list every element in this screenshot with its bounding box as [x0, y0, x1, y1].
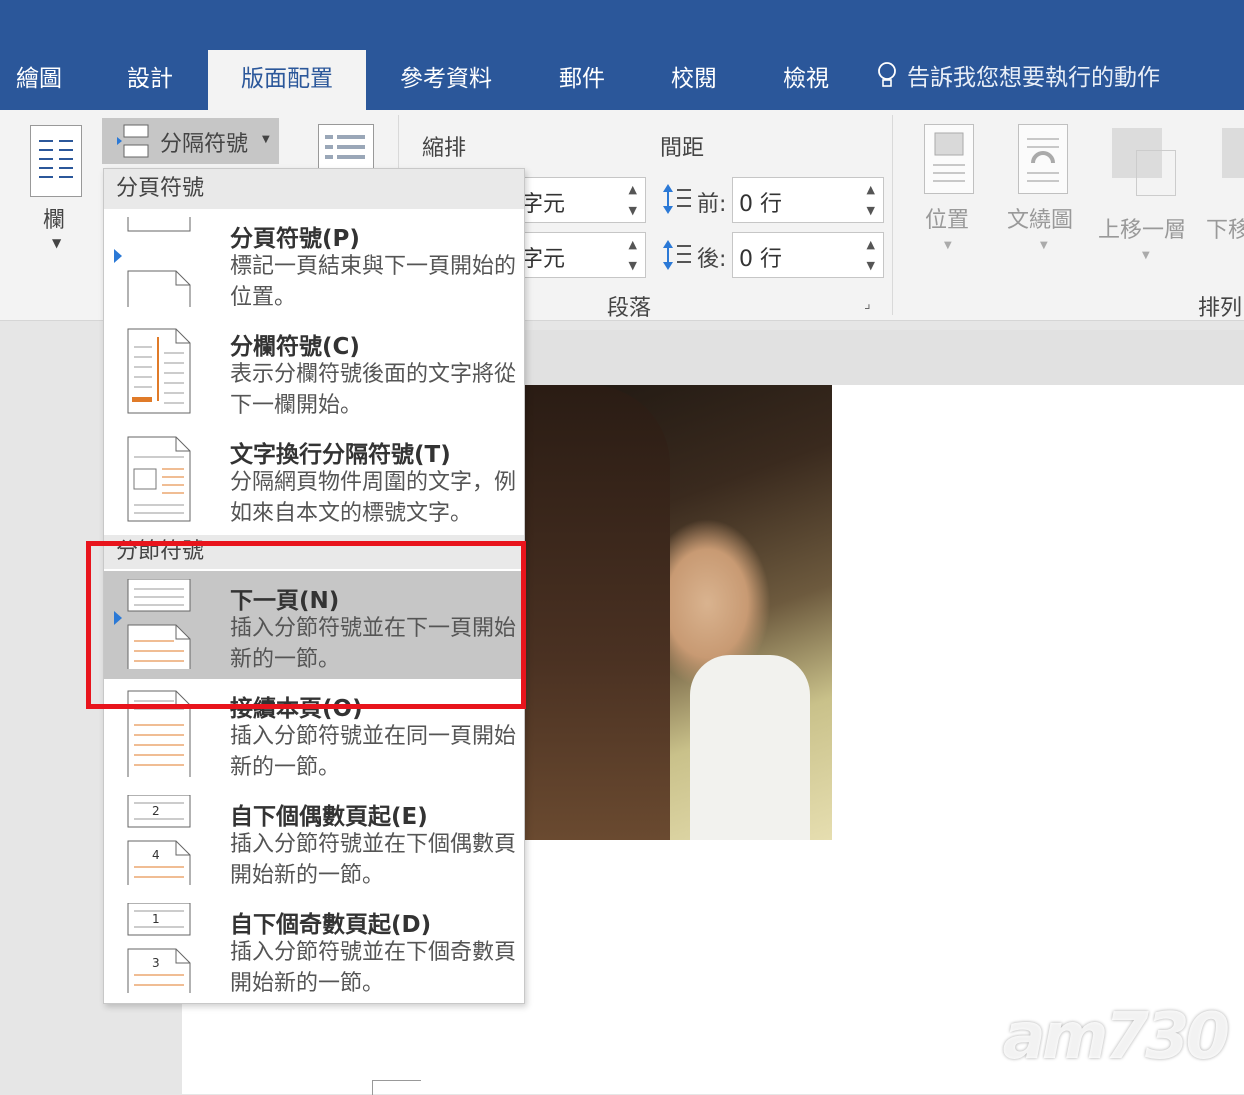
- paragraph-group-label: 段落: [607, 296, 652, 321]
- menu-item-title: 分欄符號(C): [230, 334, 360, 360]
- caret-icon: [114, 249, 122, 263]
- tell-me-text: 告訴我您想要執行的動作: [907, 65, 1160, 91]
- highlight-box: [86, 541, 526, 709]
- menu-item-even-page[interactable]: 24 自下個偶數頁起(E) 插入分節符號並在下個偶數頁開始新的一節。: [104, 787, 524, 895]
- chevron-down-icon: ▼: [52, 236, 62, 250]
- chevron-down-icon: ▼: [944, 240, 952, 251]
- menu-item-text-wrapping-break[interactable]: 文字換行分隔符號(T) 分隔網頁物件周圍的文字，例如來自本文的標號文字。: [104, 425, 524, 533]
- spacing-label: 間距: [660, 136, 705, 161]
- tab-view[interactable]: 檢視: [769, 50, 843, 110]
- menu-item-title: 自下個偶數頁起(E): [230, 804, 428, 830]
- menu-item-desc: 插入分節符號並在同一頁開始新的一節。: [230, 724, 517, 780]
- spin-up-icon[interactable]: ▲: [867, 183, 875, 196]
- indent-right-field[interactable]: 字元 ▲ ▼: [510, 232, 646, 278]
- space-before-icon: [663, 184, 691, 214]
- page-break-icon: [127, 217, 191, 307]
- columns-label[interactable]: 欄: [43, 202, 65, 234]
- inserted-photo[interactable]: [520, 385, 832, 840]
- title-bar: 繪圖 設計 版面配置 參考資料 郵件 校閱 檢視 告訴我您想要執行的動作: [0, 0, 1244, 110]
- space-before-value: 0 行: [739, 192, 782, 217]
- menu-item-odd-page[interactable]: 13 自下個奇數頁起(D) 插入分節符號並在下個奇數頁開始新的一節。: [104, 895, 524, 1003]
- spin-down-icon[interactable]: ▼: [629, 204, 637, 217]
- tab-review[interactable]: 校閱: [657, 50, 731, 110]
- indent-left-field[interactable]: 字元 ▲ ▼: [510, 177, 646, 223]
- spin-up-icon[interactable]: ▲: [629, 183, 637, 196]
- text-wrapping-break-icon: [127, 436, 191, 522]
- lightbulb-icon: [878, 62, 896, 87]
- arrange-group-label: 排列: [1198, 296, 1243, 321]
- chevron-down-icon: ▼: [1040, 240, 1048, 251]
- bring-forward-shape: [1136, 150, 1176, 196]
- menu-item-title: 文字換行分隔符號(T): [230, 442, 451, 468]
- breaks-icon: [117, 124, 149, 158]
- space-before-field[interactable]: 0 行 ▲ ▼: [732, 177, 884, 223]
- indent-left-unit: 字元: [521, 192, 566, 217]
- space-after-value: 0 行: [739, 247, 782, 272]
- menu-item-title: 分頁符號(P): [230, 226, 360, 252]
- space-before-label: 前:: [697, 192, 727, 217]
- tab-references[interactable]: 參考資料: [390, 50, 502, 110]
- space-after-label: 後:: [697, 247, 727, 272]
- send-backward-label[interactable]: 下移: [1206, 212, 1244, 244]
- spin-down-icon[interactable]: ▼: [629, 259, 637, 272]
- menu-item-desc: 表示分欄符號後面的文字將從下一欄開始。: [230, 362, 517, 418]
- wrap-text-label[interactable]: 文繞圖: [1007, 202, 1073, 234]
- dialog-launcher-icon[interactable]: ⌟: [864, 296, 871, 312]
- even-bottom-number: 4: [152, 848, 160, 862]
- photo-hair: [520, 385, 670, 840]
- space-after-field[interactable]: 0 行 ▲ ▼: [732, 232, 884, 278]
- odd-page-icon: 13: [127, 903, 191, 993]
- page-breaks-header: 分頁符號: [104, 169, 524, 209]
- odd-bottom-number: 3: [152, 956, 160, 970]
- send-backward-icon[interactable]: [1222, 128, 1244, 178]
- even-top-number: 2: [152, 804, 160, 818]
- page-corner-mark: [372, 1080, 421, 1095]
- chevron-down-icon: ▼: [262, 134, 270, 145]
- menu-item-desc: 插入分節符號並在下個奇數頁開始新的一節。: [230, 940, 517, 996]
- tell-me-box[interactable]: 告訴我您想要執行的動作: [875, 58, 1160, 92]
- menu-item-title: 自下個奇數頁起(D): [230, 912, 432, 938]
- spin-up-icon[interactable]: ▲: [629, 238, 637, 251]
- line-numbers-icon[interactable]: [318, 124, 374, 170]
- chevron-down-icon: ▼: [1142, 250, 1150, 261]
- menu-item-desc: 標記一頁結束與下一頁開始的位置。: [230, 254, 517, 310]
- group-separator: [892, 115, 893, 315]
- tab-mailings[interactable]: 郵件: [545, 50, 619, 110]
- tab-layout[interactable]: 版面配置: [208, 50, 366, 110]
- spin-up-icon[interactable]: ▲: [867, 238, 875, 251]
- breaks-label: 分隔符號: [160, 132, 249, 157]
- menu-item-desc: 插入分節符號並在下個偶數頁開始新的一節。: [230, 832, 517, 888]
- menu-item-desc: 分隔網頁物件周圍的文字，例如來自本文的標號文字。: [230, 470, 517, 526]
- even-page-icon: 24: [127, 795, 191, 885]
- indent-right-unit: 字元: [521, 247, 566, 272]
- indent-label: 縮排: [422, 136, 467, 161]
- bring-forward-label[interactable]: 上移一層: [1098, 212, 1186, 244]
- columns-icon[interactable]: [30, 125, 82, 197]
- breaks-button[interactable]: 分隔符號 ▼: [102, 118, 279, 164]
- tab-draw[interactable]: 繪圖: [0, 50, 78, 110]
- odd-top-number: 1: [152, 912, 160, 926]
- position-label[interactable]: 位置: [925, 202, 969, 234]
- watermark-logo: am730: [1002, 1000, 1230, 1074]
- wrap-text-icon[interactable]: [1018, 124, 1068, 194]
- photo-shirt: [690, 655, 810, 840]
- menu-item-column-break[interactable]: 分欄符號(C) 表示分欄符號後面的文字將從下一欄開始。: [104, 317, 524, 425]
- menu-item-page-break[interactable]: 分頁符號(P) 標記一頁結束與下一頁開始的位置。: [104, 209, 524, 317]
- column-break-icon: [127, 328, 191, 414]
- spin-down-icon[interactable]: ▼: [867, 204, 875, 217]
- tab-design[interactable]: 設計: [108, 50, 192, 110]
- position-icon[interactable]: [924, 124, 974, 194]
- spin-down-icon[interactable]: ▼: [867, 259, 875, 272]
- space-after-icon: [663, 240, 691, 270]
